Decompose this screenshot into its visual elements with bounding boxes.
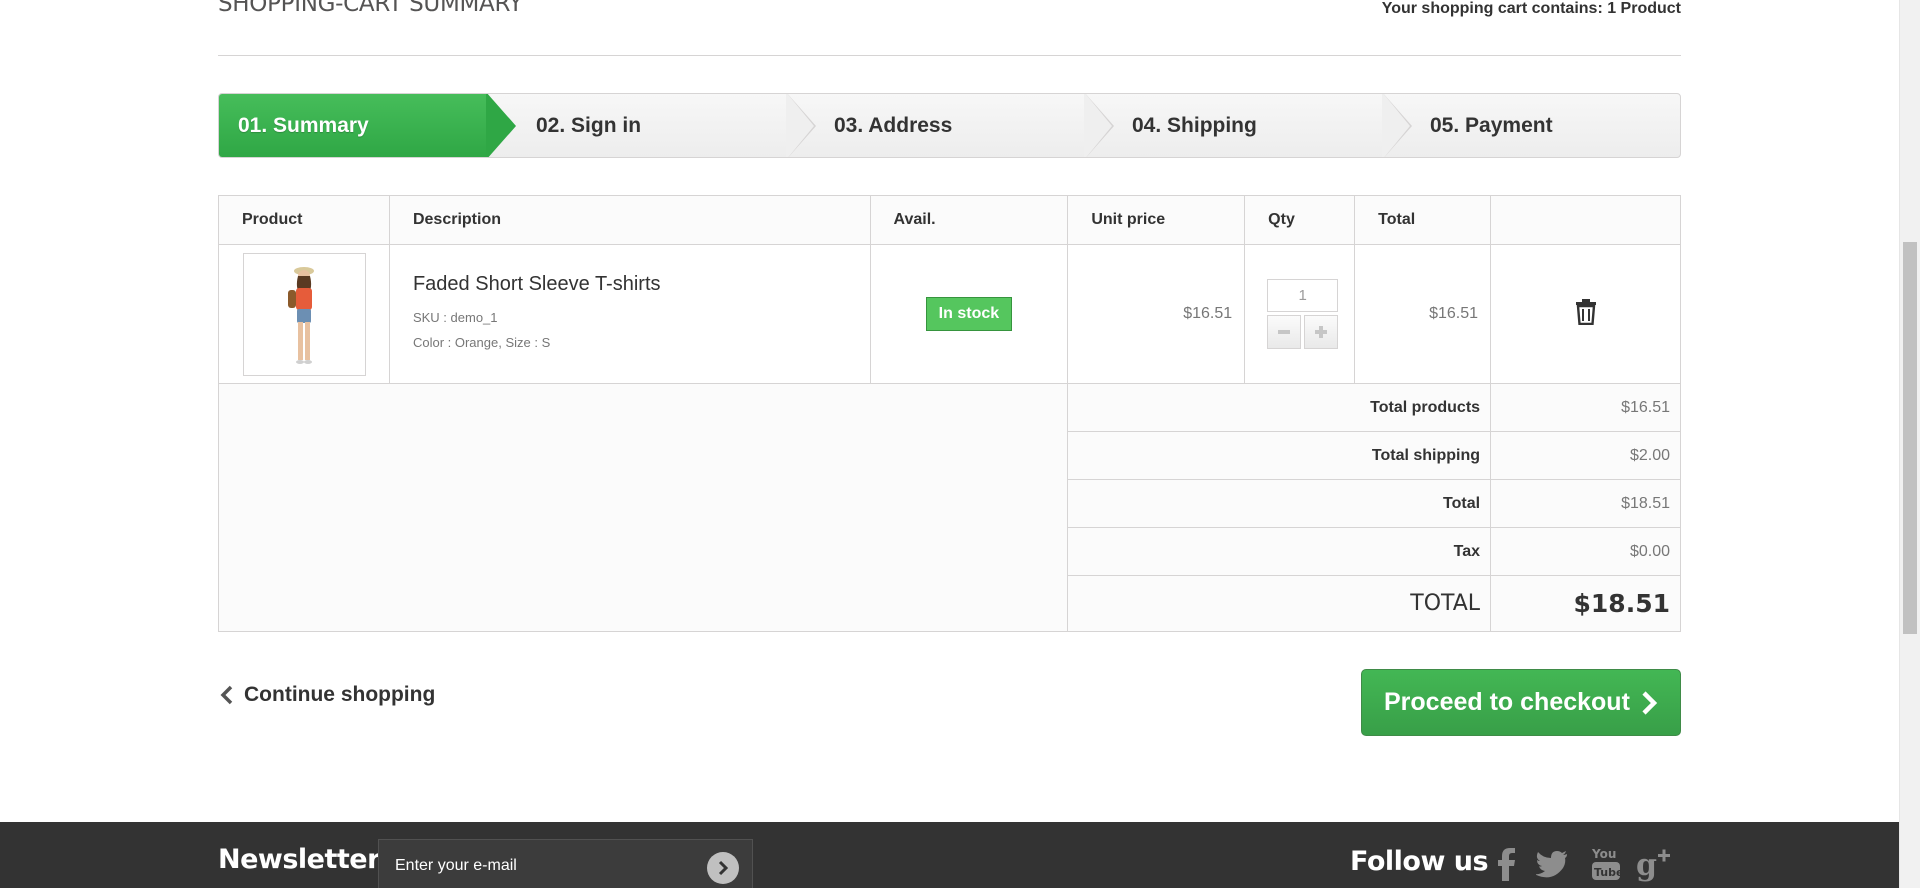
chevron-left-icon xyxy=(220,685,233,705)
total-products-label: Total products xyxy=(1067,383,1492,432)
svg-text:You: You xyxy=(1591,847,1616,861)
minus-icon xyxy=(1278,330,1291,334)
youtube-icon[interactable]: You Tube xyxy=(1588,846,1624,882)
col-header-product: Product xyxy=(218,195,390,245)
col-header-total: Total xyxy=(1354,195,1492,245)
page-title: Shopping-cart summary xyxy=(218,0,523,17)
facebook-icon[interactable] xyxy=(1488,846,1524,882)
google-plus-icon[interactable]: g xyxy=(1636,846,1672,882)
checkout-label: Proceed to checkout xyxy=(1384,688,1630,716)
checkout-steps: 01. Summary 02. Sign in 03. Address 04. … xyxy=(218,93,1681,158)
total-value: $18.51 xyxy=(1490,479,1681,528)
qty-cell: 1 xyxy=(1244,244,1356,384)
total-products-value: $16.51 xyxy=(1490,383,1681,432)
col-header-unit-price: Unit price xyxy=(1067,195,1246,245)
svg-text:Tube: Tube xyxy=(1594,866,1621,879)
step-label: 02. Sign in xyxy=(536,113,642,137)
follow-us-title: Follow us xyxy=(1350,846,1489,877)
col-header-delete xyxy=(1490,195,1681,245)
total-label: Total xyxy=(1067,479,1492,528)
footer: Newsletter Enter your e-mail Follow us Y… xyxy=(0,822,1899,888)
product-sku: SKU : demo_1 xyxy=(412,310,498,325)
step-summary: 01. Summary xyxy=(219,94,516,157)
product-name-link[interactable]: Faded Short Sleeve T-shirts xyxy=(413,273,870,296)
newsletter-title: Newsletter xyxy=(218,844,380,875)
step-label: 01. Summary xyxy=(238,113,369,137)
col-header-description: Description xyxy=(388,195,871,245)
stock-badge: In stock xyxy=(925,297,1013,331)
delete-cell xyxy=(1490,244,1681,384)
grand-total-value: $18.51 xyxy=(1490,575,1681,632)
total-shipping-value: $2.00 xyxy=(1490,431,1681,480)
unit-price: $16.51 xyxy=(1067,244,1246,384)
step-label: 04. Shipping xyxy=(1132,113,1257,137)
col-header-avail: Avail. xyxy=(869,195,1069,245)
table-header-row: Product Description Avail. Unit price Qt… xyxy=(218,195,1681,245)
product-image-cell xyxy=(218,244,390,384)
cart-counter: Your shopping cart contains: 1 Product xyxy=(1381,0,1681,17)
line-total: $16.51 xyxy=(1354,244,1492,384)
total-products-row: Total products $16.51 xyxy=(217,383,1681,632)
newsletter-email-input[interactable]: Enter your e-mail xyxy=(378,839,753,888)
qty-decrease-button[interactable] xyxy=(1267,315,1302,349)
product-description-cell: Faded Short Sleeve T-shirts SKU : demo_1… xyxy=(388,244,871,384)
step-label: 05. Payment xyxy=(1430,113,1553,137)
availability-cell: In stock xyxy=(869,244,1069,384)
vertical-scrollbar[interactable] xyxy=(1899,0,1920,888)
continue-shopping-link[interactable]: Continue shopping xyxy=(218,683,435,707)
chevron-right-icon xyxy=(718,860,729,876)
svg-text:g: g xyxy=(1636,848,1657,882)
grand-total-label: Total xyxy=(1067,575,1492,632)
totals-spacer xyxy=(217,383,1069,632)
step-label: 03. Address xyxy=(834,113,953,137)
col-header-qty: Qty xyxy=(1244,195,1356,245)
plus-icon xyxy=(1315,326,1328,338)
chevron-right-icon xyxy=(1642,690,1658,715)
qty-increase-button[interactable] xyxy=(1304,315,1339,349)
product-image[interactable] xyxy=(243,252,366,376)
product-attributes[interactable]: Color : Orange, Size : S xyxy=(413,330,870,355)
quantity-input[interactable]: 1 xyxy=(1267,279,1339,312)
cart-table: Product Description Avail. Unit price Qt… xyxy=(217,195,1681,632)
proceed-to-checkout-button[interactable]: Proceed to checkout xyxy=(1361,669,1681,736)
step-payment[interactable]: 05. Payment xyxy=(1382,94,1680,157)
newsletter-submit-button[interactable] xyxy=(707,852,739,884)
total-shipping-label: Total shipping xyxy=(1067,431,1492,480)
continue-shopping-label: Continue shopping xyxy=(244,683,436,706)
step-shipping[interactable]: 04. Shipping xyxy=(1084,94,1412,157)
twitter-icon[interactable] xyxy=(1534,846,1570,882)
trash-icon[interactable] xyxy=(1574,298,1598,325)
tax-value: $0.00 xyxy=(1490,527,1681,576)
page-heading: Shopping-cart summary Your shopping cart… xyxy=(218,0,1681,56)
step-sign-in[interactable]: 02. Sign in xyxy=(488,94,816,157)
table-row: Faded Short Sleeve T-shirts SKU : demo_1… xyxy=(218,244,1681,384)
step-address[interactable]: 03. Address xyxy=(786,94,1114,157)
tax-label: Tax xyxy=(1067,527,1492,576)
scrollbar-thumb[interactable] xyxy=(1903,242,1917,634)
